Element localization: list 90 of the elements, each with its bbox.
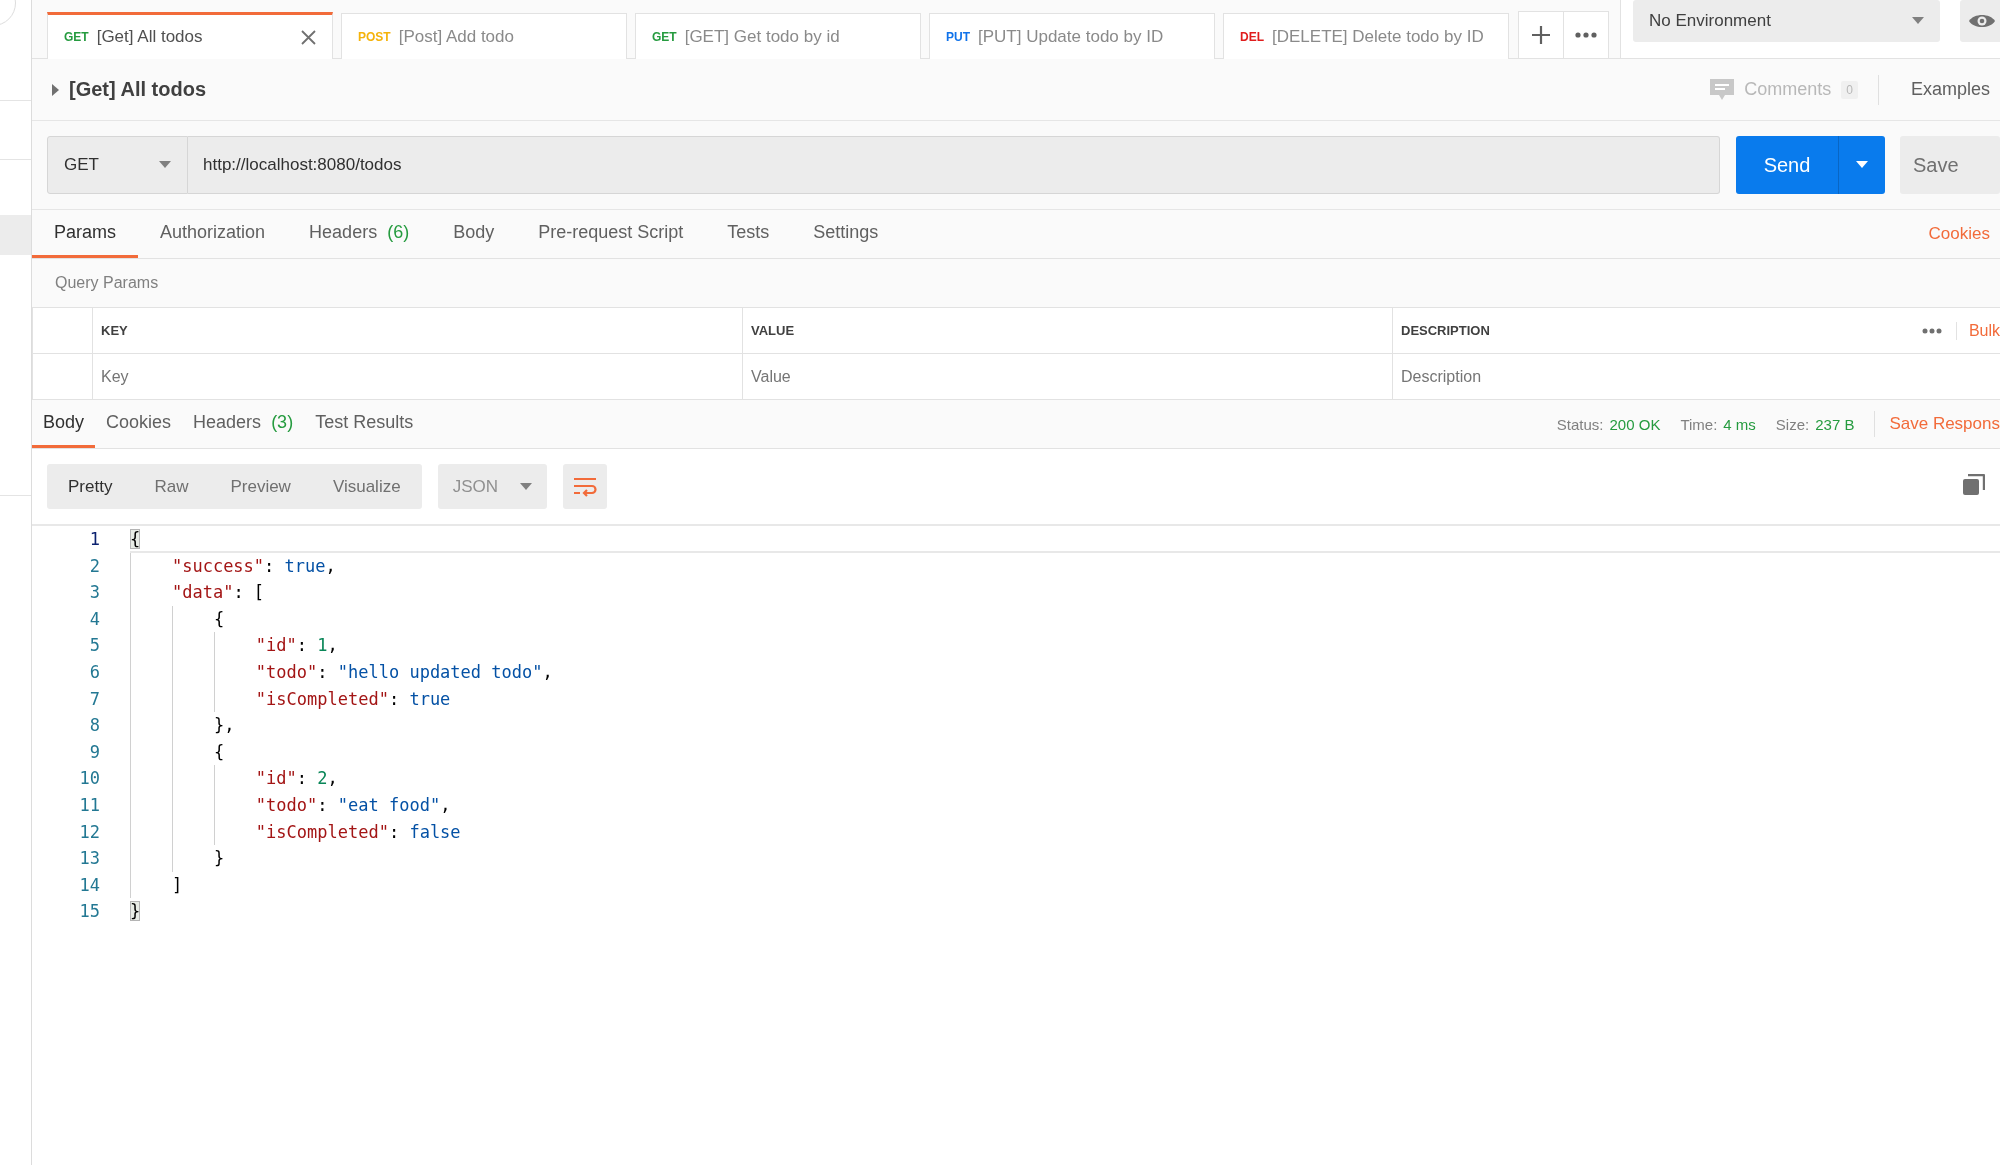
line-number: 5 bbox=[88, 634, 100, 658]
code-line: "todo": "eat food", bbox=[255, 793, 451, 817]
line-number: 14 bbox=[78, 873, 100, 897]
input-field[interactable]: Key bbox=[92, 354, 742, 400]
caret-icon bbox=[519, 482, 532, 491]
column-header: DESCRIPTION bbox=[1392, 308, 1922, 353]
line-number: 4 bbox=[88, 607, 100, 631]
tab[interactable]: Test Results bbox=[304, 400, 425, 448]
line-number: 1 bbox=[88, 528, 100, 551]
caret-icon bbox=[1856, 161, 1868, 169]
close-icon[interactable] bbox=[301, 29, 316, 45]
tab-title: [Get] All todos bbox=[96, 27, 204, 47]
code-line: "todo": "hello updated todo", bbox=[255, 660, 553, 684]
examples-button[interactable]: Examples bbox=[1888, 79, 2000, 100]
caret-icon bbox=[159, 161, 171, 169]
send-button[interactable]: Send bbox=[1736, 136, 1885, 194]
caret-icon bbox=[1912, 17, 1925, 25]
status-item: Status: 200 OK bbox=[1556, 415, 1661, 433]
code-line: } bbox=[213, 847, 225, 871]
url-field[interactable]: http://localhost:8080/todos bbox=[188, 136, 1720, 194]
method-label: GET bbox=[64, 30, 89, 44]
tab[interactable]: Cookies bbox=[95, 400, 183, 448]
input-field[interactable]: Value bbox=[742, 354, 1392, 400]
plus-icon[interactable] bbox=[1532, 26, 1550, 44]
tab-title: [GET] Get todo by id bbox=[684, 26, 841, 47]
request-title: [Get] All todos bbox=[69, 78, 208, 101]
line-number: 11 bbox=[78, 793, 100, 817]
save-button[interactable]: Save bbox=[1900, 136, 2000, 194]
tab[interactable]: Tests bbox=[705, 210, 792, 258]
line-number: 6 bbox=[88, 660, 100, 684]
line-number: 12 bbox=[78, 820, 100, 844]
request-tab[interactable]: DEL [DELETE] Delete todo by ID bbox=[1223, 13, 1509, 59]
line-number: 13 bbox=[78, 847, 100, 871]
expand-caret-icon[interactable] bbox=[52, 83, 59, 96]
line-number: 7 bbox=[88, 687, 100, 711]
method-label: DEL bbox=[1240, 29, 1264, 44]
tab[interactable]: Params bbox=[32, 210, 138, 258]
method-label: POST bbox=[358, 29, 391, 44]
wrap-button[interactable] bbox=[562, 464, 607, 509]
input-field[interactable]: Description bbox=[1392, 354, 2000, 400]
code-line: ] bbox=[171, 873, 183, 897]
comment-icon bbox=[1710, 78, 1735, 101]
code-line: }, bbox=[213, 714, 235, 738]
tab[interactable]: Settings bbox=[791, 210, 901, 258]
tab[interactable]: Body bbox=[431, 210, 517, 258]
code-line: "isCompleted": true bbox=[255, 687, 451, 711]
line-number: 10 bbox=[78, 767, 100, 791]
view-option[interactable]: Visualize bbox=[311, 464, 422, 509]
request-tab[interactable]: POST [Post] Add todo bbox=[341, 13, 627, 59]
column-header: VALUE bbox=[742, 308, 1392, 354]
method-label: PUT bbox=[946, 29, 970, 44]
view-option[interactable]: Raw bbox=[133, 464, 210, 509]
eye-button[interactable] bbox=[1960, 0, 2000, 42]
line-number: 3 bbox=[88, 581, 100, 605]
code-line: { bbox=[213, 607, 225, 631]
request-tab[interactable]: GET [GET] Get todo by id bbox=[635, 13, 921, 59]
tab[interactable]: Pre-request Script bbox=[516, 210, 706, 258]
tab-title: [PUT] Update todo by ID bbox=[978, 26, 1165, 47]
environment-dropdown[interactable]: No Environment bbox=[1633, 0, 1941, 42]
copy-icon[interactable] bbox=[1963, 473, 1985, 496]
method-label: GET bbox=[652, 29, 677, 44]
column-header: KEY bbox=[92, 308, 742, 354]
code-line: "success": true, bbox=[171, 554, 336, 578]
tab[interactable]: Headers (6) bbox=[287, 210, 432, 258]
more-icon[interactable] bbox=[1575, 32, 1597, 38]
request-tab[interactable]: GET [Get] All todos bbox=[47, 12, 333, 59]
bulk-edit-link[interactable]: Bulk bbox=[1955, 321, 2000, 340]
status-item: Size: 237 B bbox=[1775, 415, 1855, 433]
eye-icon bbox=[1968, 12, 1997, 30]
tab[interactable]: Authorization bbox=[138, 210, 288, 258]
tab-title: [Post] Add todo bbox=[398, 26, 515, 47]
view-option[interactable]: Pretty bbox=[47, 464, 134, 509]
request-tab[interactable]: PUT [PUT] Update todo by ID bbox=[929, 13, 1215, 59]
tab-title: [DELETE] Delete todo by ID bbox=[1272, 26, 1485, 47]
code-line: "isCompleted": false bbox=[255, 820, 461, 844]
line-number: 8 bbox=[88, 714, 100, 738]
status-item: Time: 4 ms bbox=[1680, 415, 1756, 433]
more-icon[interactable] bbox=[1921, 327, 1942, 334]
code-line: "data": [ bbox=[171, 581, 265, 605]
line-number: 2 bbox=[88, 554, 100, 578]
view-option[interactable]: Preview bbox=[209, 464, 312, 509]
method-dropdown[interactable]: GET bbox=[47, 136, 188, 194]
tab[interactable]: Headers (3) bbox=[182, 400, 305, 448]
code-line: "id": 1, bbox=[255, 634, 338, 658]
tab[interactable]: Body bbox=[32, 400, 96, 448]
line-number: 15 bbox=[78, 900, 100, 924]
wrap-lines-icon bbox=[572, 476, 597, 497]
code-line: { bbox=[213, 740, 225, 764]
line-number: 9 bbox=[88, 740, 100, 764]
code-line: "id": 2, bbox=[255, 767, 338, 791]
